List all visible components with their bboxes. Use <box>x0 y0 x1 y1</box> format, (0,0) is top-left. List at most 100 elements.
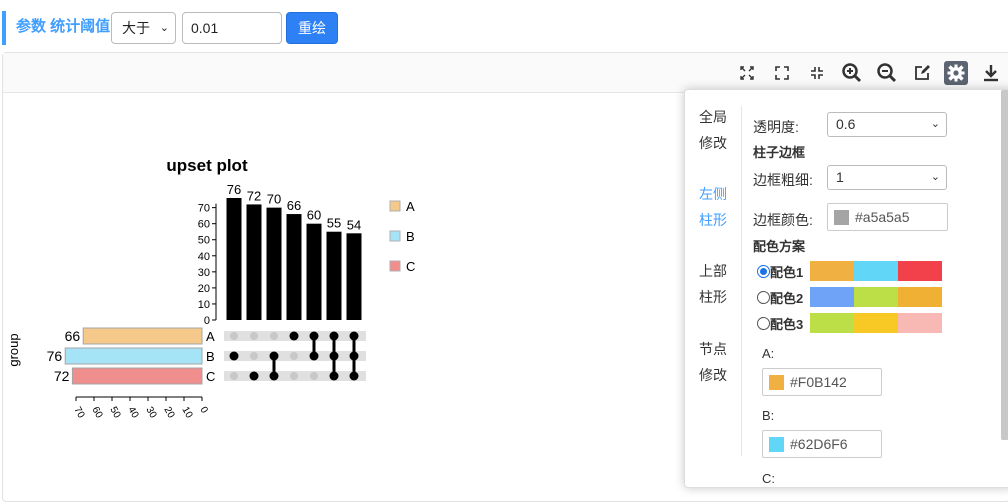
matrix-dot-filled <box>289 331 299 341</box>
border-color-input[interactable]: #a5a5a5 <box>827 203 948 231</box>
zoom-out-icon[interactable] <box>875 61 899 85</box>
matrix-dot-empty <box>250 332 258 340</box>
scheme-swatch <box>810 287 854 307</box>
intersection-bar <box>306 223 322 320</box>
fit-screen-icon[interactable] <box>735 61 759 85</box>
scheme-radio-1[interactable] <box>757 264 770 278</box>
gear-icon[interactable] <box>944 61 968 85</box>
intersection-bar <box>266 207 282 320</box>
compare-select-value: 大于 <box>122 20 150 36</box>
nav-nodes[interactable]: 节点 修改 <box>699 336 733 388</box>
color-a-value: #F0B142 <box>790 374 847 390</box>
scheme-name-3: 配色3 <box>770 316 804 332</box>
x-tick-label: 20 <box>161 405 176 421</box>
scheme-radio-2[interactable] <box>757 290 770 304</box>
bar-value-label: 72 <box>247 188 261 203</box>
matrix-dot-filled <box>349 371 359 381</box>
scheme-radio-3[interactable] <box>757 316 770 330</box>
y-tick-label: 10 <box>198 299 210 311</box>
scheme-swatch <box>854 313 898 333</box>
chevron-down-icon: ⌄ <box>930 171 940 183</box>
matrix-dot-filled <box>309 351 319 361</box>
zoom-in-icon[interactable] <box>840 61 864 85</box>
y-tick-label: 60 <box>198 219 210 231</box>
chevron-down-icon: ⌄ <box>159 22 169 34</box>
intersection-bar <box>346 233 362 320</box>
scheme-name-1: 配色1 <box>770 264 804 280</box>
nav-line: 节点 <box>699 341 727 357</box>
scheme-swatch <box>898 261 942 281</box>
color-b-swatch <box>769 436 784 452</box>
x-tick-label: 0 <box>197 405 210 416</box>
matrix-dot-empty <box>230 332 238 340</box>
border-width-select[interactable]: 1 ⌄ <box>827 165 947 190</box>
nav-line: 上部 <box>699 263 727 279</box>
intersection-bar <box>246 204 262 320</box>
scheme-swatch <box>854 287 898 307</box>
redraw-button[interactable]: 重绘 <box>286 12 338 44</box>
nav-line: 全局 <box>699 109 727 125</box>
matrix-set-label: B <box>206 349 215 364</box>
chart-tools-bar <box>3 53 1008 93</box>
legend-label: A <box>406 199 415 214</box>
color-a-input[interactable]: #F0B142 <box>762 368 882 396</box>
matrix-set-label: C <box>206 369 215 384</box>
set-axis-label: group <box>6 333 21 366</box>
border-width-label: 边框粗细: <box>753 172 813 188</box>
edit-icon[interactable] <box>910 61 934 85</box>
intersection-bar <box>226 198 242 320</box>
y-tick-label: 20 <box>198 283 210 295</box>
set-size-label: 76 <box>47 348 63 364</box>
matrix-set-label: A <box>206 329 215 344</box>
x-tick-label: 30 <box>143 405 158 421</box>
legend-swatch <box>389 200 401 212</box>
set-size-bar <box>64 347 203 365</box>
compare-select[interactable]: 大于 ⌄ <box>111 12 176 44</box>
fullscreen-icon[interactable] <box>770 61 794 85</box>
scheme-heading: 配色方案 <box>753 239 806 254</box>
settings-nav: 全局 修改 左侧 柱形 上部 柱形 节点修改 <box>685 90 741 487</box>
scheme-bar-3 <box>810 313 942 333</box>
opacity-label: 透明度: <box>753 119 799 135</box>
settings-popup: 全局 修改 左侧 柱形 上部 柱形 节点修改 透明度: 0.6 ⌄ 柱子边框 边框粗细… <box>684 89 1008 488</box>
opacity-value: 0.6 <box>836 116 856 132</box>
scheme-option-2[interactable]: 配色2 <box>757 287 942 307</box>
matrix-dot-filled <box>329 331 339 341</box>
settings-scrollbar[interactable] <box>1001 90 1008 440</box>
scheme-swatch <box>810 261 854 281</box>
border-heading: 柱子边框 <box>753 145 806 160</box>
nav-global[interactable]: 全局 修改 <box>699 104 733 156</box>
matrix-dot-empty <box>250 352 258 360</box>
chart-title: upset plot <box>166 156 248 175</box>
scheme-option-1[interactable]: 配色1 <box>757 261 942 281</box>
y-tick-label: 40 <box>198 251 210 263</box>
download-icon[interactable] <box>979 61 1003 85</box>
scheme-bar-2 <box>810 287 942 307</box>
matrix-dot-filled <box>309 331 319 341</box>
border-color-swatch <box>834 209 849 225</box>
matrix-dot-filled <box>269 351 279 361</box>
exit-fullscreen-icon[interactable] <box>805 61 829 85</box>
matrix-dot-filled <box>229 351 239 361</box>
y-tick-label: 30 <box>198 267 210 279</box>
matrix-dot-filled <box>329 351 339 361</box>
scheme-swatch <box>898 313 942 333</box>
color-b-value: #62D6F6 <box>790 436 848 452</box>
upset-chart: upset plot 01020304050607076 72 70 666055 54… <box>6 156 415 421</box>
color-b-input[interactable]: #62D6F6 <box>762 430 882 458</box>
scheme-option-3[interactable]: 配色3 <box>757 313 942 333</box>
y-tick-label: 70 <box>198 203 210 215</box>
opacity-select[interactable]: 0.6 ⌄ <box>827 112 947 137</box>
color-c-label: C: <box>762 471 775 486</box>
nav-line: 修改 <box>699 367 727 383</box>
bar-value-label: 66 <box>287 198 301 213</box>
set-size-label: 66 <box>65 328 81 344</box>
scheme-name-2: 配色2 <box>770 290 804 306</box>
nav-left-bars[interactable]: 左侧 柱形 <box>699 181 733 233</box>
matrix-dot-filled <box>349 351 359 361</box>
scheme-swatch <box>854 261 898 281</box>
threshold-input[interactable]: 0.01 <box>182 12 282 44</box>
scheme-bar-1 <box>810 261 942 281</box>
top-toolbar: 参数 统计阈值 大于 ⌄ 0.01 重绘 <box>0 0 1008 52</box>
nav-top-bars[interactable]: 上部 柱形 <box>699 258 733 310</box>
